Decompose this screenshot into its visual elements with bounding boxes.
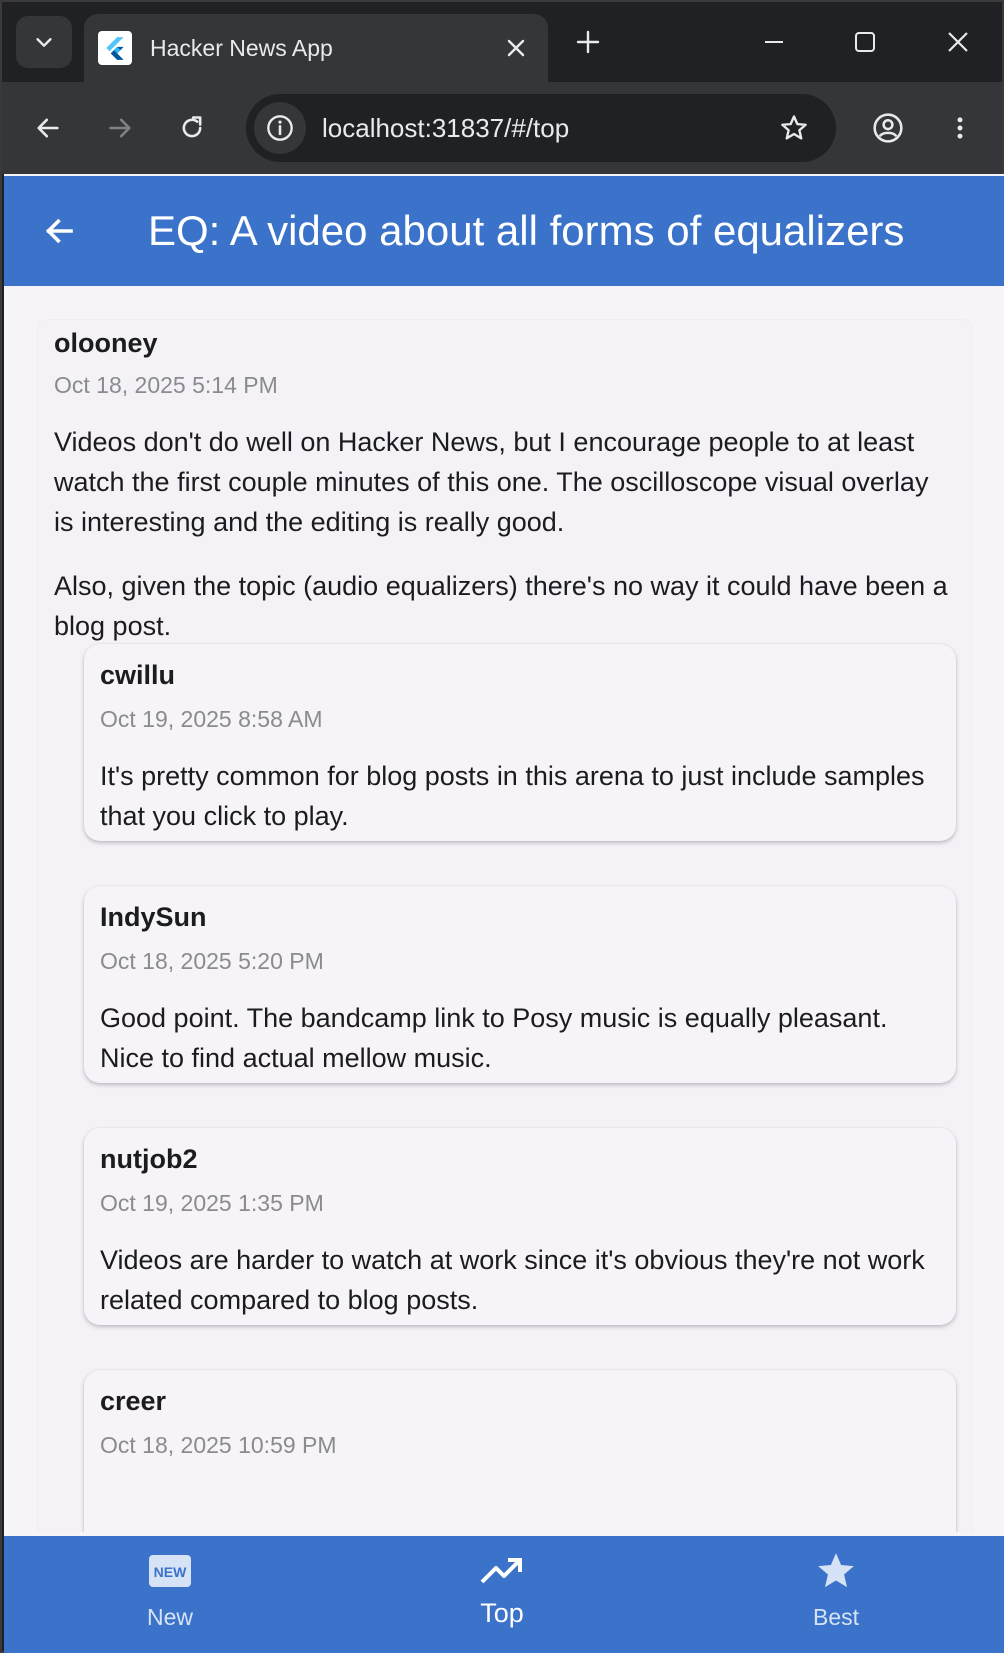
- star-outline-icon: [781, 115, 807, 140]
- reload-icon: [182, 116, 202, 138]
- window-close-button[interactable]: [936, 20, 980, 64]
- tab-search-button[interactable]: [16, 16, 72, 68]
- browser-window: Hacker News App localhost:31837/#/top EQ…: [0, 0, 1004, 1653]
- account-circle-icon: [873, 113, 903, 143]
- reply-card[interactable]: IndySun Oct 18, 2025 5:20 PM Good point.…: [84, 886, 956, 1083]
- tab-strip: Hacker News App: [2, 2, 1002, 82]
- reply-card[interactable]: cwillu Oct 19, 2025 8:58 AM It's pretty …: [84, 644, 956, 841]
- reply-body: Videos are harder to watch at work since…: [100, 1245, 925, 1315]
- reply-body: It's pretty common for blog posts in thi…: [100, 761, 925, 831]
- reply-author[interactable]: nutjob2: [100, 1144, 197, 1175]
- reload-button[interactable]: [168, 104, 216, 152]
- comment-author[interactable]: olooney: [54, 328, 158, 359]
- tab-title: Hacker News App: [150, 34, 333, 61]
- reply-body: Good point. The bandcamp link to Posy mu…: [100, 1003, 888, 1073]
- maximize-icon: [855, 32, 875, 52]
- nav-item-best[interactable]: Best: [736, 1536, 936, 1653]
- maximize-button[interactable]: [843, 20, 887, 64]
- trending-up-icon: [402, 1556, 602, 1586]
- chevron-down-icon: [36, 38, 52, 47]
- app-viewport: EQ: A video about all forms of equalizer…: [4, 174, 1004, 1653]
- forward-button[interactable]: [96, 104, 144, 152]
- reply-card[interactable]: creer Oct 18, 2025 10:59 PM: [84, 1370, 956, 1532]
- nav-label-best: Best: [812, 1604, 860, 1630]
- reply-author[interactable]: IndySun: [100, 902, 207, 933]
- reply-date: Oct 18, 2025 10:59 PM: [100, 1432, 337, 1458]
- more-vert-icon: [957, 117, 963, 139]
- nav-label-new: New: [146, 1604, 193, 1630]
- reply-card[interactable]: nutjob2 Oct 19, 2025 1:35 PM Videos are …: [84, 1128, 956, 1325]
- browser-toolbar: localhost:31837/#/top: [2, 82, 1002, 174]
- arrow-back-icon: [45, 218, 73, 244]
- reply-date: Oct 18, 2025 5:20 PM: [100, 948, 324, 974]
- url-text[interactable]: localhost:31837/#/top: [322, 113, 770, 144]
- menu-button[interactable]: [936, 104, 984, 152]
- app-bar: EQ: A video about all forms of equalizer…: [4, 176, 1004, 286]
- nav-item-top[interactable]: Top: [402, 1536, 602, 1653]
- address-bar[interactable]: localhost:31837/#/top: [246, 94, 836, 162]
- new-badge-icon: NEW: [70, 1554, 270, 1588]
- reply-date: Oct 19, 2025 1:35 PM: [100, 1190, 324, 1216]
- bottom-navigation: NEW New Top Best: [4, 1536, 1004, 1653]
- arrow-left-icon: [37, 118, 59, 138]
- back-button[interactable]: [24, 104, 72, 152]
- new-tab-button[interactable]: [568, 22, 608, 62]
- tab-close-button[interactable]: [496, 28, 536, 68]
- site-info-button[interactable]: [254, 102, 306, 154]
- comment-date: Oct 18, 2025 5:14 PM: [54, 372, 278, 398]
- page-title: EQ: A video about all forms of equalizer…: [148, 207, 905, 254]
- svg-text:NEW: NEW: [154, 1564, 187, 1580]
- minimize-button[interactable]: [752, 20, 796, 64]
- back-button[interactable]: [30, 202, 88, 260]
- browser-tab[interactable]: Hacker News App: [84, 14, 548, 82]
- comment-paragraph: Also, given the topic (audio equalizers)…: [54, 571, 948, 641]
- close-icon: [507, 39, 525, 57]
- flutter-favicon-icon: [98, 31, 132, 65]
- profile-button[interactable]: [864, 104, 912, 152]
- reply-author[interactable]: cwillu: [100, 660, 175, 691]
- nav-item-new[interactable]: NEW New: [70, 1536, 270, 1653]
- reply-author[interactable]: creer: [100, 1386, 166, 1417]
- nav-label-top: Top: [480, 1598, 524, 1628]
- reply-date: Oct 19, 2025 8:58 AM: [100, 706, 323, 732]
- bookmark-button[interactable]: [770, 104, 818, 152]
- star-icon: [736, 1550, 936, 1592]
- comment-paragraph: Videos don't do well on Hacker News, but…: [54, 427, 929, 537]
- plus-icon: [576, 30, 600, 54]
- info-icon: [267, 115, 293, 141]
- arrow-right-icon: [109, 118, 131, 138]
- close-icon: [948, 32, 968, 52]
- minimize-icon: [765, 41, 783, 43]
- comments-list[interactable]: olooney Oct 18, 2025 5:14 PM Videos don'…: [4, 286, 1004, 1532]
- comment-card: olooney Oct 18, 2025 5:14 PM Videos don'…: [38, 320, 972, 1532]
